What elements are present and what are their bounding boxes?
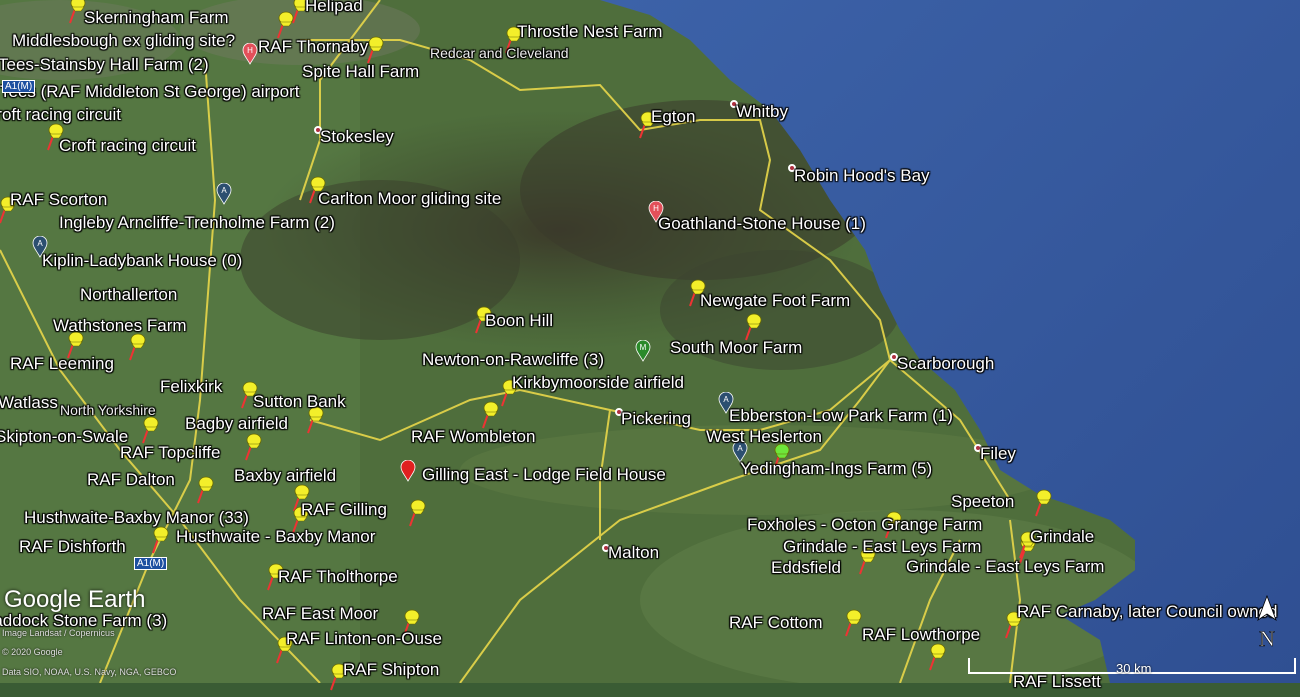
place-label[interactable]: Croft racing circuit [0, 106, 121, 123]
place-label[interactable]: Speeton [951, 493, 1014, 510]
place-label[interactable]: Paddock Stone Farm (3) [0, 612, 167, 629]
yellow-pushpin-icon[interactable] [149, 525, 171, 555]
place-label[interactable]: Carlton Moor gliding site [318, 190, 501, 207]
place-label[interactable]: RAF Wombleton [411, 428, 535, 445]
place-label[interactable]: Ebberston-Low Park Farm (1) [729, 407, 953, 424]
place-label[interactable]: Husthwaite-Baxby Manor (33) [24, 509, 249, 526]
place-label[interactable]: Husthwaite - Baxby Manor [176, 528, 375, 545]
place-label[interactable]: West Heslerton [706, 428, 822, 445]
svg-text:H: H [653, 204, 659, 213]
place-label[interactable]: Stokesley [320, 128, 394, 145]
place-label[interactable]: RAF Scorton [10, 191, 107, 208]
place-label[interactable]: Newton-on-Rawcliffe (3) [422, 351, 604, 368]
place-label[interactable]: Sutton Bank [253, 393, 346, 410]
place-label[interactable]: RAF Topcliffe [120, 444, 220, 461]
place-label[interactable]: Gilling East - Lodge Field House [422, 466, 666, 483]
place-label[interactable]: RAF Carnaby, later Council owned [1017, 603, 1277, 620]
place-label[interactable]: Eddsfield [771, 559, 841, 576]
place-label[interactable]: Grindale - East Leys Farm [906, 558, 1104, 575]
yellow-pushpin-icon[interactable] [926, 642, 948, 672]
imagery-credit: Image Landsat / Copernicus [2, 628, 115, 638]
svg-text:A: A [221, 186, 227, 195]
yellow-pushpin-icon[interactable] [242, 432, 264, 462]
helipad-marker-icon[interactable]: H [242, 42, 258, 65]
place-label[interactable]: North Yorkshire [60, 403, 156, 417]
place-label[interactable]: South Moor Farm [670, 339, 802, 356]
svg-text:A: A [37, 239, 43, 248]
svg-text:H: H [247, 46, 253, 55]
place-label[interactable]: Scarborough [897, 355, 994, 372]
place-label[interactable]: Whitby [736, 103, 788, 120]
place-label[interactable]: RAF Shipton [343, 661, 439, 678]
place-label[interactable]: Skipton-on-Swale [0, 428, 128, 445]
place-label[interactable]: RAF Lowthorpe [862, 626, 980, 643]
place-label[interactable]: RAF Linton-on-Ouse [286, 630, 442, 647]
yellow-pushpin-icon[interactable] [479, 400, 501, 430]
yellow-pushpin-icon[interactable] [274, 10, 296, 40]
place-label[interactable]: Bagby airfield [185, 415, 288, 432]
place-label[interactable]: RAF Dalton [87, 471, 175, 488]
place-label[interactable]: Wathstones Farm [53, 317, 187, 334]
place-label[interactable]: Ingleby Arncliffe-Trenholme Farm (2) [59, 214, 335, 231]
place-label[interactable]: Egton [651, 108, 695, 125]
place-label[interactable]: RAF Lissett [1013, 673, 1101, 690]
place-label[interactable]: Skerningham Farm [84, 9, 229, 26]
airfield-marker-icon[interactable]: A [216, 182, 232, 205]
red-placemark-icon[interactable] [400, 459, 416, 482]
place-label[interactable]: Kiplin-Ladybank House (0) [42, 252, 242, 269]
google-earth-logo: Google Earth [4, 586, 146, 613]
place-label[interactable]: Robin Hood's Bay [794, 167, 930, 184]
place-label[interactable]: Goathland-Stone House (1) [658, 215, 866, 232]
place-label[interactable]: Throstle Nest Farm [517, 23, 662, 40]
place-label[interactable]: Foxholes - Octon Grange Farm [747, 516, 982, 533]
data-credit: Data SIO, NOAA, U.S. Navy, NGA, GEBCO [2, 667, 177, 677]
place-label[interactable]: RAF Tholthorpe [278, 568, 398, 585]
place-label[interactable]: RAF East Moor [262, 605, 378, 622]
yellow-pushpin-icon[interactable] [194, 475, 216, 505]
place-label[interactable]: Tees (RAF Middleton St George) airport [0, 83, 300, 100]
place-label[interactable]: Yedingham-Ings Farm (5) [740, 460, 932, 477]
place-label[interactable]: Boon Hill [485, 312, 553, 329]
svg-text:M: M [640, 343, 647, 352]
place-label[interactable]: Grindale [1030, 528, 1094, 545]
place-label[interactable]: Northallerton [80, 286, 177, 303]
north-arrow-icon[interactable]: N [1254, 594, 1280, 650]
place-label[interactable]: Spite Hall Farm [302, 63, 419, 80]
place-label[interactable]: Helipad [305, 0, 363, 14]
place-label[interactable]: Croft racing circuit [59, 137, 196, 154]
yellow-pushpin-icon[interactable] [842, 608, 864, 638]
road-shield-a1m: A1(M) [134, 557, 168, 570]
place-label[interactable]: RAF Dishforth [19, 538, 126, 555]
microlight-marker-icon[interactable]: M [635, 339, 651, 362]
place-label[interactable]: RAF Gilling [301, 501, 387, 518]
place-label[interactable]: RAF Leeming [10, 355, 114, 372]
copyright-credit: © 2020 Google [2, 647, 63, 657]
place-label[interactable]: Filey [980, 445, 1016, 462]
place-label[interactable]: Redcar and Cleveland [430, 46, 569, 60]
place-label[interactable]: Tees-Stainsby Hall Farm (2) [0, 56, 209, 73]
place-label[interactable]: Malton [608, 544, 659, 561]
place-label[interactable]: Felixkirk [160, 378, 222, 395]
place-label[interactable]: RAF Cottom [729, 614, 823, 631]
north-label: N [1259, 626, 1275, 650]
scale-label: 30 km [1116, 661, 1152, 676]
road-shield-a1m: A1(M) [2, 80, 36, 93]
place-label[interactable]: Newgate Foot Farm [700, 292, 850, 309]
yellow-pushpin-icon[interactable] [1032, 488, 1054, 518]
place-label[interactable]: Grindale - East Leys Farm [783, 538, 981, 555]
svg-text:A: A [723, 395, 729, 404]
place-label[interactable]: Watlass [0, 394, 58, 411]
place-label[interactable]: Middlesbough ex gliding site? [12, 32, 235, 49]
yellow-pushpin-icon[interactable] [406, 498, 428, 528]
yellow-pushpin-icon[interactable] [139, 415, 161, 445]
place-label[interactable]: Pickering [621, 410, 691, 427]
place-label[interactable]: RAF Thornaby [258, 38, 368, 55]
place-label[interactable]: Kirkbymoorside airfield [512, 374, 684, 391]
place-label[interactable]: Baxby airfield [234, 467, 336, 484]
yellow-pushpin-icon[interactable] [126, 332, 148, 362]
